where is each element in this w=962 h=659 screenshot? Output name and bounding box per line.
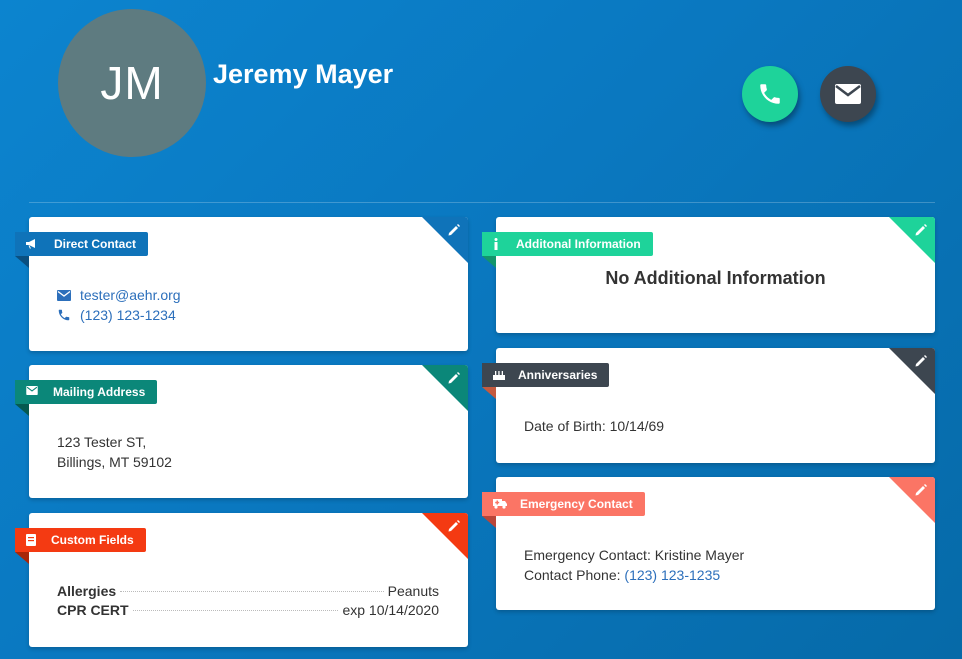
date-of-birth: Date of Birth: 10/14/69 — [524, 418, 665, 434]
custom-field-value: exp 10/14/2020 — [342, 602, 439, 618]
emergency-contact-title: Emergency Contact — [520, 497, 633, 511]
avatar-initials: JM — [100, 57, 164, 109]
edit-custom-fields-button[interactable] — [422, 513, 468, 559]
address-line1: 123 Tester ST, — [57, 434, 147, 450]
ambulance-icon — [493, 499, 507, 509]
edit-emergency-contact-button[interactable] — [889, 477, 935, 523]
direct-contact-title: Direct Contact — [54, 237, 137, 251]
direct-email-link[interactable]: tester@aehr.org — [80, 285, 181, 305]
ribbon-fold — [482, 387, 496, 399]
address-line2: Billings, MT 59102 — [57, 454, 172, 470]
envelope-icon — [26, 386, 38, 395]
envelope-icon — [835, 84, 861, 104]
pencil-icon — [915, 224, 927, 236]
edit-mailing-address-button[interactable] — [422, 365, 468, 411]
megaphone-icon — [26, 239, 35, 249]
custom-fields-title: Custom Fields — [51, 533, 134, 547]
custom-fields-list: Allergies Peanuts CPR CERT exp 10/14/202… — [57, 582, 439, 620]
info-icon — [494, 238, 498, 250]
ribbon-fold — [15, 256, 29, 268]
phone-icon — [760, 84, 780, 104]
pencil-icon — [448, 224, 460, 236]
ribbon-fold — [482, 516, 496, 528]
ribbon-fold — [15, 552, 29, 564]
emergency-phone-link[interactable]: (123) 123-1235 — [624, 567, 720, 583]
additional-info-title: Additonal Information — [516, 237, 641, 251]
direct-phone-row: (123) 123-1234 — [57, 305, 181, 325]
edit-anniversaries-button[interactable] — [889, 348, 935, 394]
profile-name: Jeremy Mayer — [213, 59, 394, 89]
avatar: JM — [58, 9, 206, 157]
pencil-icon — [448, 372, 460, 384]
direct-phone-link[interactable]: (123) 123-1234 — [80, 305, 176, 325]
custom-field-key: Allergies — [57, 583, 117, 599]
direct-email-row: tester@aehr.org — [57, 285, 181, 305]
pencil-icon — [915, 484, 927, 496]
ribbon-fold — [482, 256, 496, 268]
emergency-contact-name: Emergency Contact: Kristine Mayer — [524, 547, 745, 563]
mailing-address-title: Mailing Address — [53, 385, 146, 399]
direct-contact-ribbon: Direct Contact — [15, 232, 149, 256]
emergency-contact-ribbon: Emergency Contact — [482, 492, 645, 516]
custom-field-row: CPR CERT exp 10/14/2020 — [57, 601, 439, 620]
edit-additional-info-button[interactable] — [889, 217, 935, 263]
email-button[interactable] — [820, 66, 876, 122]
birthday-cake-icon — [493, 371, 505, 380]
anniversaries-title: Anniversaries — [518, 368, 598, 382]
custom-field-value: Peanuts — [387, 583, 439, 599]
custom-field-key: CPR CERT — [57, 602, 129, 618]
emergency-phone-label: Contact Phone: — [524, 567, 621, 583]
header-divider — [29, 202, 935, 203]
custom-field-row: Allergies Peanuts — [57, 582, 439, 601]
additional-info-message: No Additional Information — [605, 268, 826, 288]
call-button[interactable] — [742, 66, 798, 122]
pencil-icon — [915, 355, 927, 367]
custom-fields-ribbon: Custom Fields — [15, 528, 146, 552]
phone-icon — [58, 309, 70, 321]
edit-direct-contact-button[interactable] — [422, 217, 468, 263]
emergency-phone-row: Contact Phone: (123) 123-1235 — [524, 565, 744, 585]
ribbon-fold — [15, 404, 29, 416]
book-icon — [26, 534, 36, 546]
pencil-icon — [448, 520, 460, 532]
anniversaries-ribbon: Anniversaries — [482, 363, 610, 387]
mailing-address-ribbon: Mailing Address — [15, 380, 158, 404]
additional-info-ribbon: Additonal Information — [482, 232, 653, 256]
envelope-icon — [57, 289, 71, 301]
